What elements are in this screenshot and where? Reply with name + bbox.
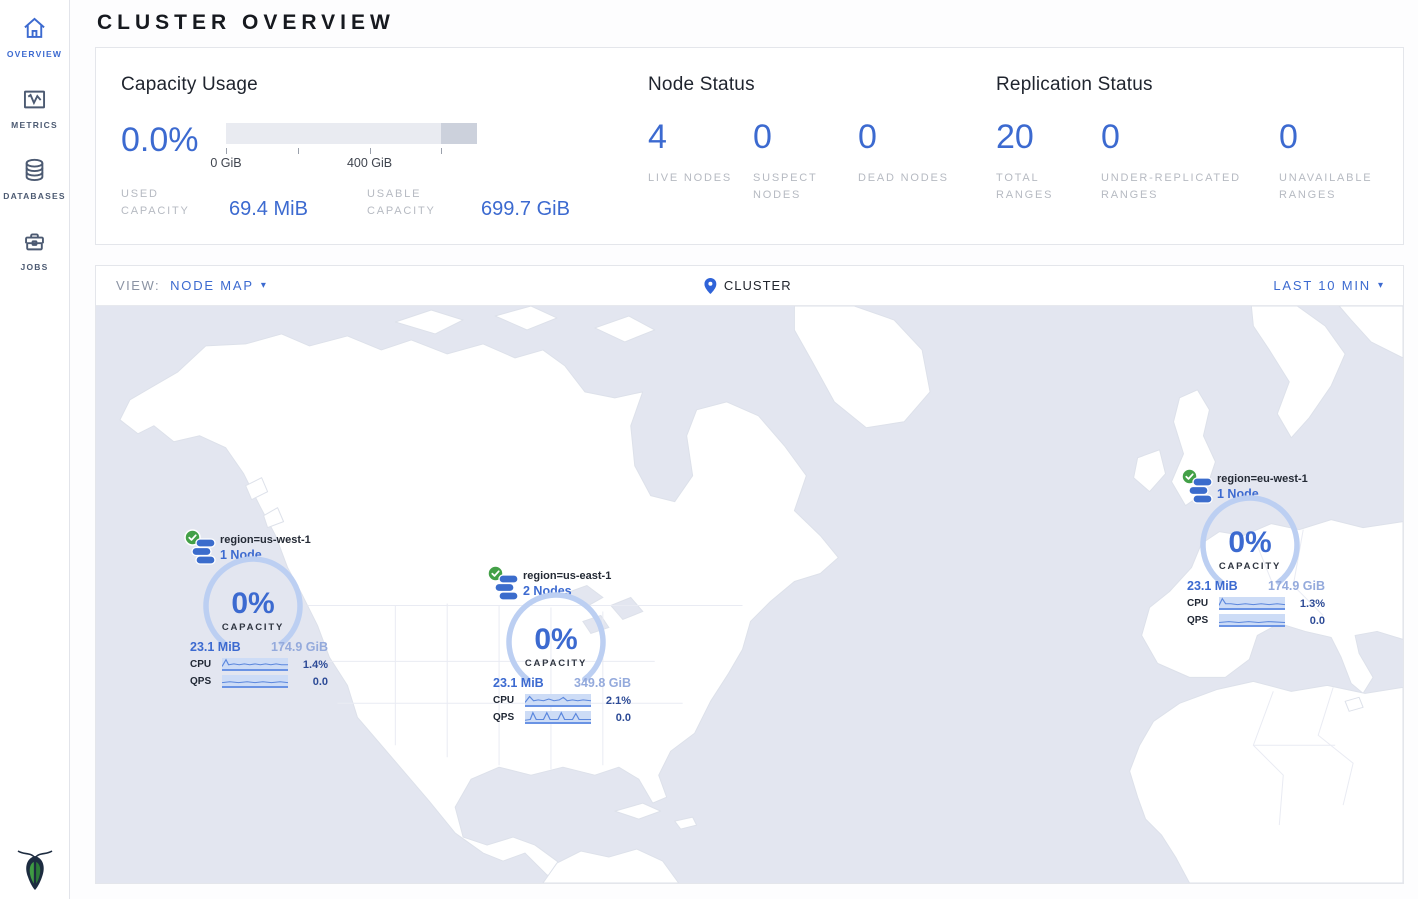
qps-sparkline: [222, 675, 288, 688]
node-map-panel: VIEW: NODE MAP ▾ CLUSTER LAST 10 MIN ▾: [95, 265, 1404, 884]
marker-total-capacity: 349.8 GiB: [574, 676, 631, 690]
marker-region-label: region=eu-west-1: [1217, 473, 1308, 485]
marker-cpu-row: CPU 1.3%: [1187, 597, 1325, 610]
marker-region-label: region=us-west-1: [220, 534, 311, 546]
used-capacity-label: USED CAPACITY: [121, 186, 207, 220]
cpu-sparkline: [525, 694, 591, 707]
marker-qps-row: QPS 0.0: [1187, 614, 1325, 627]
node-status-section: Node Status 4 LIVE NODES 0 SUSPECT NODES…: [648, 74, 996, 244]
time-range-selector[interactable]: LAST 10 MIN ▾: [1273, 278, 1383, 293]
marker-capacity-label: CAPACITY: [1195, 561, 1305, 572]
world-map: region=us-west-1 1 Node 0% CAPACITY 23.1…: [96, 306, 1403, 883]
qps-sparkline: [1219, 614, 1285, 627]
marker-used-capacity: 23.1 MiB: [190, 640, 241, 654]
suspect-nodes-stat: 0 SUSPECT NODES: [753, 120, 858, 204]
marker-capacity-values: 23.1 MiB 174.9 GiB: [1187, 579, 1325, 593]
map-pin-icon: [704, 278, 716, 294]
sidebar: OVERVIEW METRICS DATABASES JOBS: [0, 0, 70, 899]
replication-status-section: Replication Status 20 TOTAL RANGES 0 UND…: [996, 74, 1389, 244]
marker-cpu-row: CPU 1.4%: [190, 658, 328, 671]
sidebar-item-metrics[interactable]: METRICS: [0, 71, 69, 142]
metrics-icon: [21, 86, 48, 113]
marker-used-capacity: 23.1 MiB: [493, 676, 544, 690]
chevron-down-icon: ▾: [1378, 280, 1383, 291]
marker-capacity-percent: 0%: [198, 587, 308, 621]
jobs-icon: [21, 228, 48, 255]
node-status-title: Node Status: [648, 74, 996, 96]
cockroachdb-logo: [0, 849, 70, 891]
sidebar-item-overview[interactable]: OVERVIEW: [0, 0, 69, 71]
chevron-down-icon[interactable]: ▾: [261, 280, 266, 291]
view-selector[interactable]: NODE MAP: [170, 278, 254, 293]
capacity-bar: [226, 123, 477, 144]
sidebar-item-label: METRICS: [11, 120, 58, 130]
view-bar: VIEW: NODE MAP ▾ CLUSTER LAST 10 MIN ▾: [96, 266, 1403, 306]
breadcrumb-cluster: CLUSTER: [724, 278, 792, 293]
sidebar-item-label: JOBS: [21, 262, 49, 272]
usable-capacity-value: 699.7 GiB: [481, 199, 591, 220]
marker-capacity-label: CAPACITY: [501, 658, 611, 669]
databases-icon: [21, 157, 48, 184]
total-ranges-stat: 20 TOTAL RANGES: [996, 120, 1101, 204]
marker-capacity-values: 23.1 MiB 349.8 GiB: [493, 676, 631, 690]
capacity-bar-nonusable-segment: [441, 123, 477, 144]
view-label: VIEW:: [116, 278, 160, 293]
capacity-bar-ticks: 0 GiB 400 GiB: [226, 148, 477, 172]
unavailable-ranges-stat: 0 UNAVAILABLE RANGES: [1279, 120, 1389, 204]
marker-capacity-label: CAPACITY: [198, 622, 308, 633]
node-marker-us-east-1[interactable]: region=us-east-1 2 Nodes 0% CAPACITY 23.…: [487, 565, 637, 730]
marker-cpu-row: CPU 2.1%: [493, 694, 631, 707]
marker-total-capacity: 174.9 GiB: [271, 640, 328, 654]
tick-label: 0 GiB: [210, 156, 241, 170]
home-icon: [21, 15, 48, 42]
sidebar-item-databases[interactable]: DATABASES: [0, 142, 69, 213]
cluster-summary-panel: Capacity Usage 0.0% 0 GiB 400 GiB: [95, 47, 1404, 245]
qps-sparkline: [525, 711, 591, 724]
used-capacity-value: 69.4 MiB: [229, 199, 339, 220]
breadcrumb[interactable]: CLUSTER: [704, 278, 792, 294]
marker-capacity-percent: 0%: [501, 623, 611, 657]
sidebar-item-jobs[interactable]: JOBS: [0, 213, 69, 284]
capacity-usage-title: Capacity Usage: [121, 74, 648, 96]
marker-qps-row: QPS 0.0: [190, 675, 328, 688]
dead-nodes-stat: 0 DEAD NODES: [858, 120, 963, 204]
marker-capacity-percent: 0%: [1195, 526, 1305, 560]
cpu-sparkline: [1219, 597, 1285, 610]
capacity-usage-section: Capacity Usage 0.0% 0 GiB 400 GiB: [121, 74, 648, 244]
live-nodes-stat: 4 LIVE NODES: [648, 120, 753, 204]
page-title: CLUSTER OVERVIEW: [95, 0, 1404, 47]
node-marker-eu-west-1[interactable]: region=eu-west-1 1 Node 0% CAPACITY 23.1…: [1181, 468, 1331, 633]
marker-used-capacity: 23.1 MiB: [1187, 579, 1238, 593]
sidebar-item-label: DATABASES: [3, 191, 65, 201]
sidebar-item-label: OVERVIEW: [7, 49, 62, 59]
marker-qps-row: QPS 0.0: [493, 711, 631, 724]
tick-label: 400 GiB: [347, 156, 392, 170]
marker-region-label: region=us-east-1: [523, 570, 611, 582]
under-replicated-ranges-stat: 0 UNDER-REPLICATED RANGES: [1101, 120, 1279, 204]
marker-total-capacity: 174.9 GiB: [1268, 579, 1325, 593]
node-marker-us-west-1[interactable]: region=us-west-1 1 Node 0% CAPACITY 23.1…: [184, 529, 334, 694]
usable-capacity-label: USABLE CAPACITY: [367, 186, 459, 220]
replication-status-title: Replication Status: [996, 74, 1389, 96]
main-content: CLUSTER OVERVIEW Capacity Usage 0.0% 0 G…: [70, 0, 1418, 884]
cpu-sparkline: [222, 658, 288, 671]
capacity-percent: 0.0%: [121, 123, 217, 157]
marker-capacity-values: 23.1 MiB 174.9 GiB: [190, 640, 328, 654]
